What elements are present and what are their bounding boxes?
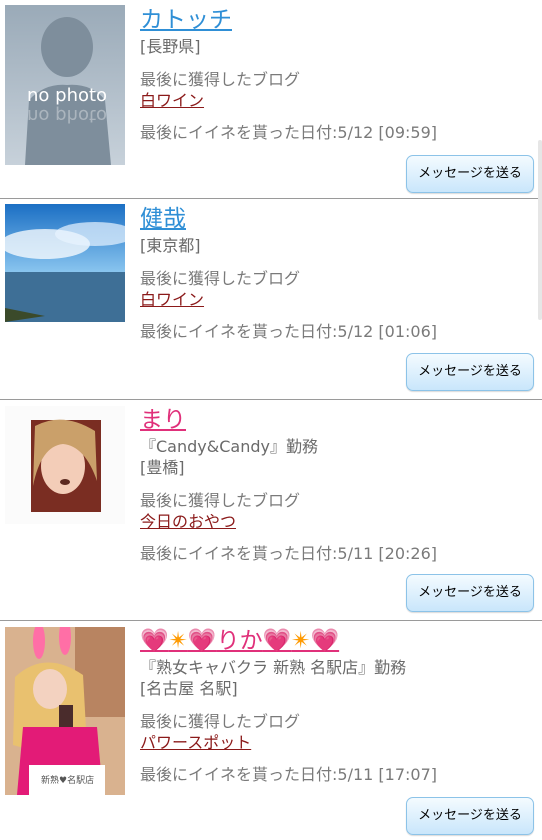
- send-message-button[interactable]: メッセージを送る: [406, 155, 534, 193]
- like-date: 最後にイイネを貰った日付:5/11 [20:26]: [140, 544, 438, 563]
- star-icon: ✴: [168, 628, 188, 654]
- like-date: 最後にイイネを貰った日付:5/11 [17:07]: [140, 765, 438, 784]
- blog-label: 最後に獲得したブログ: [140, 491, 301, 510]
- list-item: no photo no photo カトッチ [長野県] 最後に獲得したブログ …: [0, 0, 542, 199]
- prefecture: [豊橋]: [140, 458, 185, 477]
- list-item: 健哉 [東京都] 最後に獲得したブログ 白ワイン 最後にイイネを貰った日付:5/…: [0, 199, 542, 400]
- blog-title-link[interactable]: パワースポット: [140, 732, 542, 754]
- user-name-text: りか: [216, 628, 263, 654]
- photo-caption: 新熟♥名駅店: [41, 776, 95, 786]
- user-name-link[interactable]: カトッチ: [140, 4, 542, 36]
- scrollbar[interactable]: [538, 140, 542, 320]
- send-message-button[interactable]: メッセージを送る: [406, 353, 534, 391]
- star-icon: ✴: [291, 628, 311, 654]
- list-item: まり 『Candy&Candy』勤務 [豊橋] 最後に獲得したブログ 今日のおや…: [0, 400, 542, 621]
- bunny-costume-photo: [5, 627, 125, 795]
- selfie-photo: [5, 406, 125, 524]
- blog-label: 最後に獲得したブログ: [140, 70, 301, 89]
- prefecture: [長野県]: [140, 37, 201, 56]
- user-name-link[interactable]: 💗✴💗りか💗✴💗: [140, 625, 542, 657]
- profile-photo[interactable]: 新熟♥名駅店: [5, 627, 125, 795]
- shop-name: 『熟女キャバクラ 新熟 名駅店』勤務: [140, 658, 407, 677]
- prefecture: [名古屋 名駅]: [140, 679, 238, 698]
- sky-sea-photo: [5, 204, 125, 322]
- blog-title-link[interactable]: 今日のおやつ: [140, 511, 542, 533]
- blog-label: 最後に獲得したブログ: [140, 269, 301, 288]
- like-date: 最後にイイネを貰った日付:5/12 [01:06]: [140, 322, 438, 341]
- profile-photo[interactable]: no photo no photo: [5, 5, 125, 165]
- heart-icon: 💗: [262, 628, 292, 654]
- no-photo-label: no photo: [27, 85, 108, 106]
- user-name-link[interactable]: まり: [140, 404, 542, 436]
- like-date: 最後にイイネを貰った日付:5/12 [09:59]: [140, 123, 438, 142]
- blog-title-link[interactable]: 白ワイン: [140, 289, 542, 311]
- send-message-button[interactable]: メッセージを送る: [406, 797, 534, 835]
- blog-label: 最後に獲得したブログ: [140, 712, 301, 731]
- send-message-button[interactable]: メッセージを送る: [406, 574, 534, 612]
- heart-icon: 💗: [310, 628, 340, 654]
- list-item: 新熟♥名駅店 💗✴💗りか💗✴💗 『熟女キャバクラ 新熟 名駅店』勤務 [名古屋 …: [0, 621, 542, 839]
- blog-title-link[interactable]: 白ワイン: [140, 90, 542, 112]
- profile-photo[interactable]: [5, 204, 125, 322]
- heart-icon: 💗: [187, 628, 217, 654]
- no-photo-reflection: no photo: [27, 105, 108, 126]
- heart-icon: 💗: [140, 628, 169, 654]
- prefecture: [東京都]: [140, 236, 201, 255]
- user-list: no photo no photo カトッチ [長野県] 最後に獲得したブログ …: [0, 0, 542, 839]
- profile-photo[interactable]: [5, 406, 125, 524]
- user-name-link[interactable]: 健哉: [140, 203, 542, 235]
- shop-name: 『Candy&Candy』勤務: [140, 437, 318, 456]
